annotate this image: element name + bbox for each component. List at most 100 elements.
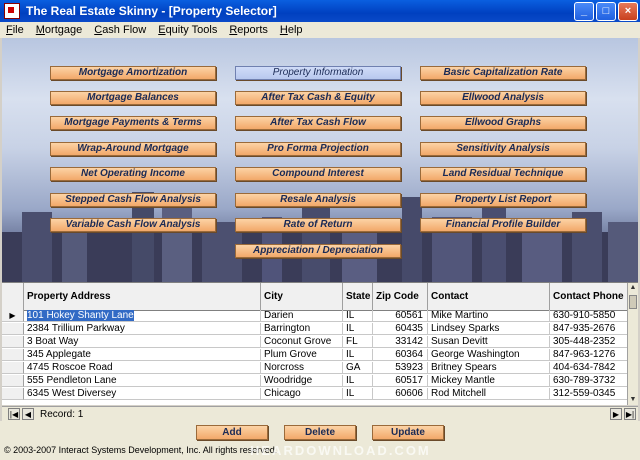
vertical-scrollbar[interactable]: ▲ ▼ xyxy=(627,283,638,405)
cell-state[interactable]: FL xyxy=(343,336,373,348)
cell-phone[interactable]: 305-448-2352 xyxy=(550,336,628,348)
cell-address[interactable]: 3 Boat Way xyxy=(24,336,261,348)
current-row-indicator-icon[interactable]: ▶ xyxy=(2,310,24,322)
cell-zip[interactable]: 33142 xyxy=(373,336,428,348)
next-record-icon[interactable]: ▶ xyxy=(610,408,622,420)
cell-city[interactable]: Plum Grove xyxy=(261,349,343,361)
column-header-phone[interactable]: Contact Phone xyxy=(550,283,628,310)
financial-profile-builder-button[interactable]: Financial Profile Builder xyxy=(420,218,586,232)
cell-contact[interactable]: Mickey Mantle xyxy=(428,375,550,387)
cell-zip[interactable]: 60517 xyxy=(373,375,428,387)
column-header-zip[interactable]: Zip Code xyxy=(373,283,428,310)
appreciation-depreciation-button[interactable]: Appreciation / Depreciation xyxy=(235,244,401,258)
close-button[interactable]: × xyxy=(618,1,638,21)
table-row[interactable]: 345 Applegate Plum Grove IL 60364 George Was… xyxy=(2,349,628,361)
rate-of-return-button[interactable]: Rate of Return xyxy=(235,218,401,232)
cell-phone[interactable]: 847-935-2676 xyxy=(550,323,628,335)
resale-analysis-button[interactable]: Resale Analysis xyxy=(235,193,401,207)
property-list-report-button[interactable]: Property List Report xyxy=(420,193,586,207)
column-header-address[interactable]: Property Address xyxy=(24,283,261,310)
cell-state[interactable]: IL xyxy=(343,388,373,400)
scroll-down-icon[interactable]: ▼ xyxy=(628,395,638,405)
cell-state[interactable]: IL xyxy=(343,375,373,387)
add-button[interactable]: Add xyxy=(196,425,268,440)
cell-address[interactable]: 345 Applegate xyxy=(24,349,261,361)
ellwood-graphs-button[interactable]: Ellwood Graphs xyxy=(420,116,586,130)
table-row[interactable]: ▶ 101 Hokey Shanty Lane Darien IL 60561 Mike … xyxy=(2,310,628,322)
cell-contact[interactable]: Rod Mitchell xyxy=(428,388,550,400)
cell-zip[interactable]: 60606 xyxy=(373,388,428,400)
row-indicator[interactable] xyxy=(2,362,24,374)
cell-contact[interactable]: Britney Spears xyxy=(428,362,550,374)
cell-address[interactable]: 6345 West Diversey xyxy=(24,388,261,400)
sensitivity-analysis-button[interactable]: Sensitivity Analysis xyxy=(420,142,586,156)
cell-phone[interactable]: 404-634-7842 xyxy=(550,362,628,374)
cell-state[interactable]: IL xyxy=(343,323,373,335)
stepped-cash-flow-button[interactable]: Stepped Cash Flow Analysis xyxy=(50,193,216,207)
property-information-button[interactable]: Property Information xyxy=(235,66,401,80)
cell-city[interactable]: Coconut Grove xyxy=(261,336,343,348)
cell-city[interactable]: Darien xyxy=(261,310,343,322)
cell-state[interactable]: IL xyxy=(343,349,373,361)
table-row[interactable]: 2384 Trillium Parkway Barrington IL 60435 Li… xyxy=(2,323,628,335)
first-record-icon[interactable]: |◀ xyxy=(8,408,20,420)
scroll-up-icon[interactable]: ▲ xyxy=(628,283,638,293)
cell-zip[interactable]: 60364 xyxy=(373,349,428,361)
cell-zip[interactable]: 60561 xyxy=(373,310,428,322)
cell-state[interactable]: IL xyxy=(343,310,373,322)
menu-help[interactable]: Help xyxy=(274,24,309,36)
table-row[interactable]: 4745 Roscoe Road Norcross GA 53923 Britney S… xyxy=(2,362,628,374)
cell-contact[interactable]: George Washington xyxy=(428,349,550,361)
compound-interest-button[interactable]: Compound Interest xyxy=(235,167,401,181)
net-operating-income-button[interactable]: Net Operating Income xyxy=(50,167,216,181)
scroll-thumb[interactable] xyxy=(629,295,637,309)
table-row[interactable]: 555 Pendleton Lane Woodridge IL 60517 Mickey… xyxy=(2,375,628,387)
minimize-button[interactable]: _ xyxy=(574,1,594,21)
cell-city[interactable]: Barrington xyxy=(261,323,343,335)
variable-cash-flow-button[interactable]: Variable Cash Flow Analysis xyxy=(50,218,216,232)
after-tax-cash-flow-button[interactable]: After Tax Cash Flow xyxy=(235,116,401,130)
cell-contact[interactable]: Susan Devitt xyxy=(428,336,550,348)
cell-zip[interactable]: 60435 xyxy=(373,323,428,335)
table-row[interactable]: 3 Boat Way Coconut Grove FL 33142 Susan Devi… xyxy=(2,336,628,348)
row-indicator[interactable] xyxy=(2,375,24,387)
prev-record-icon[interactable]: ◀ xyxy=(22,408,34,420)
cell-address[interactable]: 555 Pendleton Lane xyxy=(24,375,261,387)
cell-phone[interactable]: 847-963-1276 xyxy=(550,349,628,361)
row-indicator[interactable] xyxy=(2,336,24,348)
row-indicator[interactable] xyxy=(2,349,24,361)
update-button[interactable]: Update xyxy=(372,425,444,440)
cell-address[interactable]: 2384 Trillium Parkway xyxy=(24,323,261,335)
menu-equity-tools[interactable]: Equity Tools xyxy=(152,24,223,36)
row-indicator[interactable] xyxy=(2,388,24,400)
maximize-button[interactable]: □ xyxy=(596,1,616,21)
last-record-icon[interactable]: ▶| xyxy=(624,408,636,420)
cell-state[interactable]: GA xyxy=(343,362,373,374)
basic-capitalization-rate-button[interactable]: Basic Capitalization Rate xyxy=(420,66,586,80)
cell-city[interactable]: Chicago xyxy=(261,388,343,400)
after-tax-cash-equity-button[interactable]: After Tax Cash & Equity xyxy=(235,91,401,105)
mortgage-balances-button[interactable]: Mortgage Balances xyxy=(50,91,216,105)
cell-address[interactable]: 101 Hokey Shanty Lane xyxy=(24,310,261,322)
cell-zip[interactable]: 53923 xyxy=(373,362,428,374)
menu-reports[interactable]: Reports xyxy=(223,24,274,36)
cell-phone[interactable]: 630-910-5850 xyxy=(550,310,628,322)
table-row[interactable]: 6345 West Diversey Chicago IL 60606 Rod Mitc… xyxy=(2,388,628,400)
menu-cash-flow[interactable]: Cash Flow xyxy=(88,24,152,36)
land-residual-technique-button[interactable]: Land Residual Technique xyxy=(420,167,586,181)
column-header-state[interactable]: State xyxy=(343,283,373,310)
cell-phone[interactable]: 630-789-3732 xyxy=(550,375,628,387)
row-indicator[interactable] xyxy=(2,323,24,335)
wrap-around-mortgage-button[interactable]: Wrap-Around Mortgage xyxy=(50,142,216,156)
cell-address[interactable]: 4745 Roscoe Road xyxy=(24,362,261,374)
cell-contact[interactable]: Lindsey Sparks xyxy=(428,323,550,335)
menu-file[interactable]: File xyxy=(0,24,30,36)
cell-contact[interactable]: Mike Martino xyxy=(428,310,550,322)
delete-button[interactable]: Delete xyxy=(284,425,356,440)
cell-city[interactable]: Norcross xyxy=(261,362,343,374)
ellwood-analysis-button[interactable]: Ellwood Analysis xyxy=(420,91,586,105)
column-header-contact[interactable]: Contact xyxy=(428,283,550,310)
menu-mortgage[interactable]: Mortgage xyxy=(30,24,88,36)
mortgage-amortization-button[interactable]: Mortgage Amortization xyxy=(50,66,216,80)
cell-phone[interactable]: 312-559-0345 xyxy=(550,388,628,400)
